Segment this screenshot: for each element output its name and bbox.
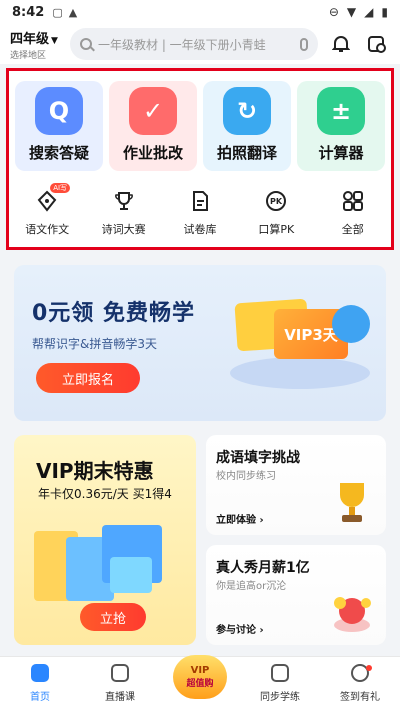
tool-label: 搜索答疑 (28, 144, 89, 162)
dnd-icon: ⊖ (328, 5, 339, 19)
vip-promo-card[interactable]: VIP期末特惠 年卡仅0.36元/天 买1得4 立抢 (14, 435, 196, 645)
vip-subtitle: 年卡仅0.36元/天 买1得4 (38, 487, 172, 501)
search-placeholder: 一年级教材 | 一年级下册小青蛙 (98, 37, 266, 52)
tool-all[interactable]: 全部 (318, 187, 388, 237)
book-image (110, 557, 152, 593)
history-icon[interactable] (364, 31, 390, 57)
check-icon: ✓ (129, 87, 177, 135)
svg-text:PK: PK (270, 197, 283, 206)
vip-badge-icon: VIP 超值购 (173, 654, 227, 699)
grade-selector[interactable]: 四年级 ▼ 选择地区 (10, 28, 68, 61)
search-icon (80, 38, 92, 50)
status-time: 8:42 (12, 4, 45, 20)
tool-poetry-contest[interactable]: 诗词大赛 (89, 187, 159, 237)
refresh-icon: ↻ (223, 87, 271, 135)
notification-icon: ▢ (52, 5, 63, 19)
tool-label: 试卷库 (183, 223, 217, 236)
nav-label: 直播课 (105, 692, 135, 703)
trophy-icon (330, 477, 374, 525)
grab-button[interactable]: 立抢 (80, 603, 146, 631)
tool-label: 诗词大赛 (101, 223, 146, 236)
books-illustration (26, 517, 186, 617)
card-title: 真人秀月薪1亿 (216, 560, 310, 576)
nav-live-class[interactable]: 直播课 (80, 657, 160, 710)
bell-icon[interactable] (328, 31, 354, 57)
vip-badge-line2: 超值购 (186, 678, 214, 689)
document-icon (186, 187, 214, 215)
promo-card-label: VIP3天 (284, 325, 338, 344)
region-label: 选择地区 (10, 50, 47, 61)
tool-label: 作业批改 (122, 144, 183, 162)
signal-icon: ◢ (364, 5, 374, 19)
status-bar: 8:42 ▢ ▲ ⊖ ▼ ◢ ▮ (0, 0, 400, 24)
microphone-icon[interactable] (300, 37, 308, 51)
vip-title: VIP期末特惠 (36, 459, 154, 483)
nav-vip[interactable]: VIP 超值购 (160, 654, 240, 710)
tool-homework-check[interactable]: ✓ 作业批改 (109, 81, 197, 171)
tool-label: 拍照翻译 (216, 144, 277, 162)
play-icon (111, 664, 129, 682)
tool-label: 语文作文 (25, 223, 70, 236)
card-subtitle: 校内同步练习 (216, 471, 276, 482)
promo-subtitle: 帮帮识字&拼音畅学3天 (32, 337, 157, 351)
nav-checkin[interactable]: 签到有礼 (320, 657, 400, 710)
nav-home[interactable]: 首页 (0, 657, 80, 710)
discussion-card[interactable]: 真人秀月薪1亿 你是追高or沉沦 参与讨论 › (206, 545, 386, 645)
grid-icon (339, 187, 367, 215)
card-link[interactable]: 立即体验 › (216, 511, 264, 526)
signup-button[interactable]: 立即报名 (36, 363, 140, 393)
battery-icon: ▮ (381, 5, 388, 19)
promo-title: 0元领 免费畅学 (32, 301, 195, 326)
primary-tools: Q 搜索答疑 ✓ 作业批改 ↻ 拍照翻译 ± 计算器 (15, 81, 385, 171)
nav-label: 同步学练 (260, 692, 300, 703)
grade-label: 四年级 (10, 31, 50, 47)
card-title: 成语填字挑战 (216, 450, 300, 466)
bottom-nav: 首页 直播课 VIP 超值购 同步学练 签到有礼 (0, 654, 400, 710)
tool-search-answer[interactable]: Q 搜索答疑 (15, 81, 103, 171)
card-subtitle: 你是追高or沉沦 (216, 581, 287, 592)
search-bar[interactable]: 一年级教材 | 一年级下册小青蛙 (70, 28, 318, 60)
top-header: 四年级 ▼ 选择地区 一年级教材 | 一年级下册小青蛙 (0, 24, 400, 64)
emoji-icon (330, 587, 374, 635)
card-link[interactable]: 参与讨论 › (216, 621, 264, 636)
caret-down-icon: ▼ (51, 35, 58, 46)
warning-icon: ▲ (68, 5, 78, 19)
nav-label: 签到有礼 (340, 692, 380, 703)
nav-sync-practice[interactable]: 同步学练 (240, 657, 320, 710)
tool-exam-library[interactable]: 试卷库 (165, 187, 235, 237)
wifi-icon: ▼ (346, 5, 357, 19)
secondary-tools: AI写 语文作文 诗词大赛 试卷库 PK 口算PK 全部 (9, 183, 391, 237)
tool-photo-translate[interactable]: ↻ 拍照翻译 (203, 81, 291, 171)
mascot-dog-image (332, 305, 370, 343)
idiom-challenge-card[interactable]: 成语填字挑战 校内同步练习 立即体验 › (206, 435, 386, 535)
pk-icon: PK (262, 187, 290, 215)
promo-stage (230, 357, 370, 389)
tool-mental-math-pk[interactable]: PK 口算PK (241, 187, 311, 237)
home-icon (31, 664, 49, 682)
search-bubble-icon: Q (35, 87, 83, 135)
feature-grid: Q 搜索答疑 ✓ 作业批改 ↻ 拍照翻译 ± 计算器 AI写 语文作文 诗词大赛… (6, 68, 394, 250)
tool-composition[interactable]: AI写 语文作文 (12, 183, 82, 237)
tool-label: 口算PK (258, 223, 295, 236)
nav-label: 首页 (30, 692, 50, 703)
ai-badge: AI写 (50, 183, 71, 193)
notification-dot (366, 665, 372, 671)
book-icon (271, 664, 289, 682)
calculator-icon: ± (317, 87, 365, 135)
promo-banner[interactable]: 0元领 免费畅学 帮帮识字&拼音畅学3天 立即报名 VIP3天 (14, 265, 386, 421)
tool-calculator[interactable]: ± 计算器 (297, 81, 385, 171)
vip-badge-line1: VIP (190, 664, 210, 676)
trophy-icon (110, 187, 138, 215)
tool-label: 全部 (341, 223, 364, 236)
tool-label: 计算器 (318, 144, 364, 162)
